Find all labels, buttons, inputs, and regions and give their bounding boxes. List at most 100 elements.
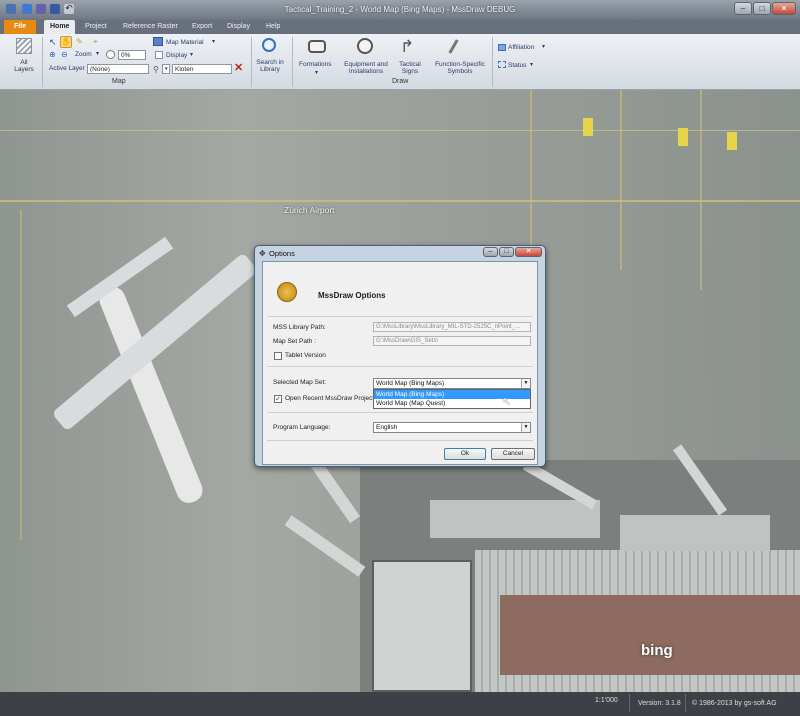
equipment-installations-button[interactable]: Equipment and Installations <box>343 61 389 75</box>
cancel-button[interactable]: Cancel <box>491 448 535 460</box>
gate-building <box>430 500 600 538</box>
tab-file[interactable]: File <box>4 20 37 34</box>
map-material-icon <box>153 37 163 46</box>
taxi-line <box>700 90 702 290</box>
dialog-title: Options <box>269 249 295 258</box>
copyright-text: © 1986-2013 by gs-soft AG <box>692 700 777 707</box>
bing-logo: bing <box>641 642 673 659</box>
layers-icon <box>16 38 32 54</box>
tactical-signs-button[interactable]: Tactical Signs <box>396 61 424 75</box>
selected-map-set-select[interactable]: World Map (Bing Maps) ▼ <box>373 378 531 389</box>
ribbon-separator <box>492 37 493 87</box>
divider <box>267 366 533 367</box>
selected-map-set-label: Selected Map Set: <box>273 379 327 386</box>
search-in-library-button[interactable]: Search in Library <box>254 59 286 73</box>
jet-bridge <box>284 515 366 577</box>
active-layer-label: Active Layer <box>49 65 85 72</box>
maximize-button[interactable]: □ <box>753 2 771 15</box>
version-text: Version: 3.1.8 <box>638 700 681 707</box>
zoom-in-icon[interactable]: ⊕ <box>49 50 56 59</box>
map-set-path-field[interactable]: G:\MssDraw\GIS_Sets\ <box>373 336 531 346</box>
affiliation-button[interactable]: Affiliation <box>508 44 534 51</box>
open-recent-checkbox[interactable]: ✓ <box>274 395 282 403</box>
dialog-body: MssDraw Options MSS Library Path: G:\Mss… <box>262 261 538 465</box>
ribbon-separator <box>251 37 252 87</box>
tab-home[interactable]: Home <box>44 20 76 34</box>
formations-icon <box>308 40 326 53</box>
minimize-button[interactable]: – <box>734 2 752 15</box>
all-layers-button[interactable]: All Layers <box>10 59 38 73</box>
program-language-select[interactable]: English ▼ <box>373 422 531 433</box>
tab-reference-raster[interactable]: Reference Raster <box>117 20 184 34</box>
taxiway-marker <box>678 128 688 146</box>
search-icon: ⚲ <box>153 65 159 74</box>
map-material-button[interactable]: Map Material <box>166 39 204 46</box>
dropdown-arrow-icon: ▾ <box>96 51 100 57</box>
terminal-roof-section <box>500 595 800 675</box>
tab-help[interactable]: Help <box>260 20 286 34</box>
search-options-dropdown[interactable]: ▾ <box>162 64 170 74</box>
clear-search-icon[interactable]: ✕ <box>234 61 243 74</box>
ribbon: All Layers ↖ ✋ ✎ ⌖ ⊕ ⊖ Zoom ▾ 0% Active … <box>0 34 800 90</box>
pointer-icon[interactable]: ↖ <box>49 37 57 48</box>
active-layer-select[interactable]: (None) <box>87 64 149 74</box>
open-recent-label: Open Recent MssDraw Project ( <box>285 395 379 402</box>
status-button[interactable]: Status <box>508 62 526 69</box>
tab-project[interactable]: Project <box>79 20 113 34</box>
tab-display[interactable]: Display <box>221 20 256 34</box>
mss-library-path-label: MSS Library Path: <box>273 324 326 331</box>
draw-group-label: Draw <box>392 78 409 85</box>
map-set-dropdown-list: World Map (Bing Maps) World Map (Map Que… <box>373 389 531 409</box>
measure-icon[interactable]: ⌖ <box>93 37 98 47</box>
dropdown-arrow-icon: ▾ <box>315 70 319 76</box>
zoom-button[interactable]: Zoom <box>75 51 92 58</box>
tablet-version-checkbox[interactable] <box>274 352 282 360</box>
dropdown-arrow-icon: ▾ <box>542 44 546 50</box>
equipment-icon <box>357 38 373 54</box>
close-button[interactable]: ✕ <box>772 2 796 15</box>
taxi-line <box>530 90 532 270</box>
tab-export[interactable]: Export <box>186 20 218 34</box>
divider <box>267 316 533 317</box>
dropdown-arrow-icon[interactable]: ▼ <box>521 379 530 388</box>
status-icon <box>498 61 506 68</box>
gate-building <box>620 515 770 551</box>
opacity-field[interactable]: 0% <box>118 50 146 60</box>
taxi-line <box>0 200 800 202</box>
window-title: Tactical_Training_2 - World Map (Bing Ma… <box>284 5 516 14</box>
dialog-app-icon: ✥ <box>259 249 266 258</box>
taxiway-marker <box>727 132 737 150</box>
formations-button[interactable]: Formations <box>299 61 332 68</box>
location-search-input[interactable]: Kloten <box>172 64 232 74</box>
map-scale: 1:1'000 <box>595 697 618 704</box>
status-bar: 1:1'000 Version: 3.1.8 © 1986-2013 by gs… <box>0 692 800 716</box>
map-set-path-label: Map Set Path : <box>273 338 316 345</box>
map-group-label: Map <box>112 78 126 85</box>
divider <box>629 694 630 712</box>
zoom-out-icon[interactable]: ⊖ <box>61 50 68 59</box>
dropdown-arrow-icon[interactable]: ▼ <box>521 423 530 432</box>
taxi-line <box>620 90 622 270</box>
dialog-maximize-button[interactable]: □ <box>499 247 514 257</box>
divider <box>267 440 533 441</box>
options-dialog: ✥ Options – □ ✕ MssDraw Options MSS Libr… <box>254 245 546 467</box>
ribbon-tabs: File Home Project Reference Raster Expor… <box>0 20 800 34</box>
hand-icon[interactable]: ✋ <box>60 36 72 48</box>
magnifier-icon <box>262 38 276 52</box>
taxi-line <box>20 210 22 540</box>
function-specific-symbols-button[interactable]: Function-Specific Symbols <box>432 61 488 75</box>
jet-bridge <box>310 458 360 524</box>
display-button[interactable]: Display <box>166 52 187 59</box>
ok-button[interactable]: Ok <box>444 448 486 460</box>
dropdown-arrow-icon: ▾ <box>530 62 534 68</box>
mouse-cursor-icon: ↖ <box>502 396 512 408</box>
function-symbols-icon <box>448 39 459 54</box>
affiliation-icon <box>498 44 506 51</box>
mss-library-path-field[interactable]: G:\MssLibrary\MssLibrary_MIL-STD-2525C_n… <box>373 322 531 332</box>
dialog-close-button[interactable]: ✕ <box>515 247 542 257</box>
dropdown-arrow-icon: ▾ <box>190 52 194 58</box>
airport-label: Zürich Airport <box>284 205 335 215</box>
dialog-minimize-button[interactable]: – <box>483 247 498 257</box>
tactical-signs-icon: ↱ <box>400 37 415 56</box>
pencil-icon[interactable]: ✎ <box>76 37 83 46</box>
